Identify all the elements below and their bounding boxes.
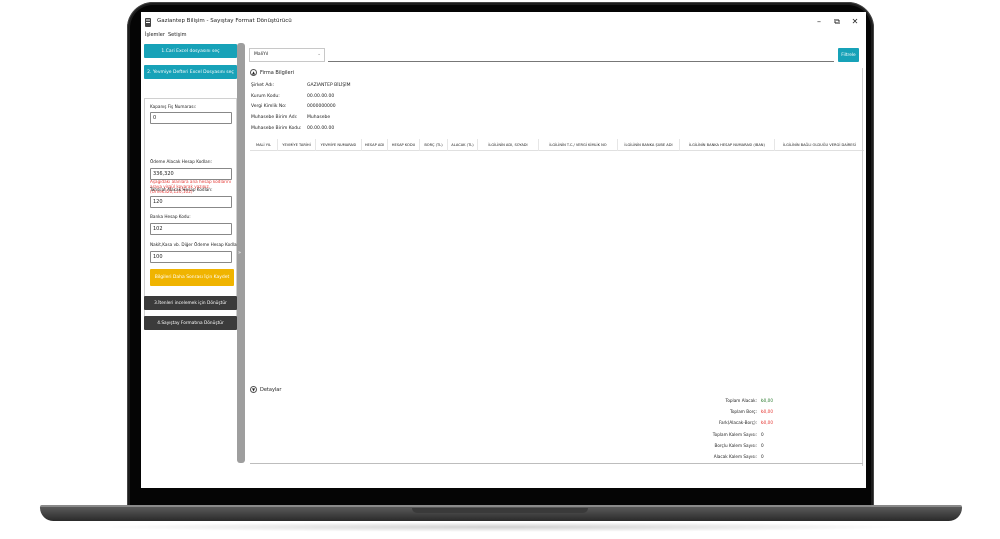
menu-bar: İşlemler Setişim bbox=[141, 31, 866, 40]
sayistay-convert-button[interactable]: 4.Sayıştay Formatına Dönüştür bbox=[144, 316, 237, 330]
collection-input[interactable]: 120 bbox=[150, 196, 232, 208]
filter-input[interactable] bbox=[328, 61, 834, 62]
minimize-button[interactable]: – bbox=[813, 16, 825, 28]
window-title: Gaziantep Bilişim - Sayıştay Format Dönü… bbox=[157, 18, 292, 24]
column-header[interactable]: YEVMİYE NUMARASI bbox=[316, 139, 362, 151]
info-value: 0000000000 bbox=[307, 104, 336, 109]
column-header[interactable]: HESAP ADI bbox=[362, 139, 388, 151]
column-header[interactable]: ALACAK (TL) bbox=[448, 139, 478, 151]
bank-label: Banka Hesap Kodu: bbox=[150, 214, 191, 219]
column-header[interactable]: İLGİLİNİN T.C./ VERGİ KİMLİK NO bbox=[539, 139, 618, 151]
column-header[interactable]: BORÇ (TL) bbox=[420, 139, 448, 151]
cash-label: Nakit,Kasa vb. Diğer Ödeme Hesap Kodları… bbox=[150, 242, 241, 247]
cash-input[interactable]: 100 bbox=[150, 251, 232, 263]
total-key: Toplam Alacak: bbox=[725, 398, 757, 403]
total-key: Toplam Kalem Sayısı: bbox=[712, 432, 757, 437]
chevron-down-icon: ⌄ bbox=[317, 52, 321, 57]
info-key: Muhasebe Birim Kodu: bbox=[251, 126, 302, 131]
app-icon bbox=[145, 18, 151, 27]
total-key: Alacak Kalem Sayısı: bbox=[713, 454, 757, 459]
content-border bbox=[862, 68, 863, 466]
detaylar-header[interactable]: ▼ Detaylar bbox=[250, 386, 281, 393]
collapse-down-icon[interactable]: ▼ bbox=[250, 386, 257, 393]
column-header[interactable]: YEVMİYE TARİHİ bbox=[278, 139, 316, 151]
payment-label: Ödeme Alacak Hesap Kodları: bbox=[150, 159, 212, 164]
filter-button[interactable]: Filtrele bbox=[838, 48, 859, 62]
column-header[interactable]: İLGİLİNİN BANKA ŞUBE ADI bbox=[618, 139, 680, 151]
column-header[interactable]: İLGİLİNİN BANKA HESAP NUMARASI (IBAN) bbox=[680, 139, 775, 151]
info-value: Muhasebe bbox=[307, 115, 331, 120]
info-value: GAZIANTEP BİLİŞİM bbox=[307, 83, 351, 88]
total-key: Toplam Borç: bbox=[730, 409, 757, 414]
info-key: Muhasebe Birim Adı: bbox=[251, 115, 298, 120]
info-key: Kurum Kodu: bbox=[251, 94, 280, 99]
info-value: 00.00.00.00 bbox=[307, 126, 335, 131]
choose-excel-button[interactable]: 1.Cari Excel dosyasını seç bbox=[144, 44, 237, 58]
column-header[interactable]: İLGİLİNİN BAĞLI OLDUĞU VERGİ DAİRESİ bbox=[775, 139, 864, 151]
review-convert-button[interactable]: 3.İtenleri incelemek için Dönüştür bbox=[144, 296, 237, 310]
bank-input[interactable]: 102 bbox=[150, 223, 232, 235]
title-bar: Gaziantep Bilişim - Sayıştay Format Dönü… bbox=[141, 12, 866, 31]
left-panel: 1.Cari Excel dosyasını seç 2. Yevmiye De… bbox=[143, 43, 241, 463]
settings-card: Kapanış Fiş Numarası: 0 Aşağıdaki alanla… bbox=[144, 98, 241, 324]
total-value: 0 bbox=[761, 443, 764, 448]
collection-label: Tahsilat Alacak Hesap Kodları: bbox=[150, 187, 213, 192]
chevron-right-icon[interactable]: » bbox=[238, 250, 241, 256]
restore-button[interactable]: ⧉ bbox=[831, 16, 843, 28]
collapse-up-icon[interactable]: ▲ bbox=[250, 69, 257, 76]
year-combo-value: MaliYıl bbox=[254, 52, 269, 57]
close-button[interactable]: ✕ bbox=[849, 16, 861, 28]
column-header[interactable]: İLGİLİNİN ADI, SOYADI bbox=[478, 139, 539, 151]
total-value: 0 bbox=[761, 454, 764, 459]
total-key: Fark(Alacak-Borç): bbox=[718, 420, 757, 425]
menu-setisim[interactable]: Setişim bbox=[168, 32, 186, 38]
save-settings-button[interactable]: Bilgileri Daha Sonrası İçin Kaydet bbox=[150, 269, 234, 286]
total-key: Borçlu Kalem Sayısı: bbox=[714, 443, 757, 448]
closing-input[interactable]: 0 bbox=[150, 112, 232, 124]
bottom-divider bbox=[250, 463, 863, 464]
choose-ledger-button[interactable]: 2. Yevmiye Defteri Excel Dosyasını seç bbox=[144, 65, 237, 79]
app-window: Gaziantep Bilişim - Sayıştay Format Dönü… bbox=[141, 12, 866, 488]
total-value: ₺0,00 bbox=[761, 409, 773, 414]
info-key: Vergi Kimlik No: bbox=[251, 104, 287, 109]
laptop-shadow bbox=[90, 522, 912, 532]
laptop-notch bbox=[412, 508, 588, 513]
data-grid-header: MALİ YIL YEVMİYE TARİHİ YEVMİYE NUMARASI… bbox=[250, 139, 864, 151]
total-value: ₺0,00 bbox=[761, 398, 773, 403]
closing-label: Kapanış Fiş Numarası: bbox=[150, 104, 197, 109]
info-key: Şirket Adı: bbox=[251, 83, 274, 88]
firma-header[interactable]: ▲ Firma Bilgileri bbox=[250, 69, 294, 76]
total-value: ₺0,00 bbox=[761, 420, 773, 425]
column-header[interactable]: MALİ YIL bbox=[250, 139, 278, 151]
total-value: 0 bbox=[761, 432, 764, 437]
info-value: 00.00.00.00 bbox=[307, 94, 335, 99]
menu-islemler[interactable]: İşlemler bbox=[145, 32, 165, 38]
payment-input[interactable]: 336,320 bbox=[150, 168, 232, 180]
year-combo[interactable]: MaliYıl ⌄ bbox=[249, 48, 325, 62]
column-header[interactable]: HESAP KODU bbox=[388, 139, 420, 151]
